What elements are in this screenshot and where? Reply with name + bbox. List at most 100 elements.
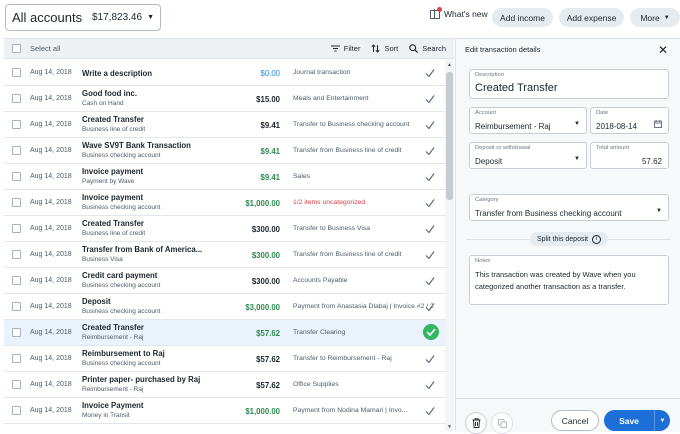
row-checkbox[interactable] bbox=[12, 302, 21, 311]
transaction-row[interactable]: Aug 14, 2018 Invoice payment Business chec… bbox=[4, 190, 445, 216]
transaction-row[interactable]: Aug 14, 2018 Deposit Business checking acc… bbox=[4, 294, 445, 320]
caret-down-icon: ▼ bbox=[574, 121, 580, 127]
type-label: Deposit or withdrawal bbox=[475, 145, 531, 151]
panel-footer: Cancel Save ▼ bbox=[456, 398, 680, 434]
search-button[interactable]: Search bbox=[409, 44, 446, 53]
save-options-icon[interactable]: ▼ bbox=[655, 418, 670, 424]
transaction-row[interactable]: Aug 14, 2018 Wave SV9T Bank Transaction Bu… bbox=[4, 138, 445, 164]
account-selector[interactable]: All accounts $17,823.46 ▼ bbox=[5, 4, 161, 31]
save-label: Save bbox=[619, 415, 639, 426]
sort-label: Sort bbox=[384, 44, 399, 53]
row-checkbox[interactable] bbox=[12, 354, 21, 363]
transaction-category[interactable]: Payment from Anastasia Dlabaj | Invoice … bbox=[293, 303, 443, 310]
transaction-row[interactable]: Aug 14, 2018 Good food inc. Cash on Hand $1… bbox=[4, 86, 445, 112]
reviewed-check-icon[interactable] bbox=[424, 223, 436, 235]
close-icon[interactable]: ✕ bbox=[658, 43, 668, 57]
category-select[interactable]: Category Transfer from Business checking… bbox=[469, 194, 669, 221]
gift-icon bbox=[430, 6, 442, 19]
transaction-row[interactable]: Aug 14, 2018 Reimbursement to Raj Business… bbox=[4, 346, 445, 372]
transaction-account: Business checking account bbox=[82, 308, 161, 315]
scrollbar-thumb[interactable] bbox=[446, 72, 453, 200]
transaction-amount: $9.41 bbox=[260, 173, 280, 182]
account-select[interactable]: Account Reimbursement - Raj ▼ bbox=[469, 107, 587, 134]
transaction-row[interactable]: Aug 14, 2018 Printer paper- purchased by … bbox=[4, 372, 445, 398]
transaction-row[interactable]: Aug 14, 2018 Invoice Payment Money in Tran… bbox=[4, 398, 445, 424]
scroll-down-icon[interactable]: ▼ bbox=[447, 424, 452, 430]
total-amount-field[interactable]: Total amount 57.62 bbox=[590, 142, 669, 169]
reviewed-check-icon[interactable] bbox=[424, 275, 436, 287]
row-checkbox[interactable] bbox=[12, 120, 21, 129]
add-income-button[interactable]: Add income bbox=[492, 8, 553, 27]
total-value: 57.62 bbox=[641, 157, 662, 166]
caret-down-icon: ▼ bbox=[574, 156, 580, 162]
transaction-category[interactable]: 1/2 items uncategorized bbox=[293, 199, 443, 206]
transaction-category[interactable]: Accounts Payable bbox=[293, 277, 443, 284]
filter-button[interactable]: Filter bbox=[330, 44, 360, 53]
select-all-label: Select all bbox=[30, 44, 61, 53]
transaction-category[interactable]: Transfer Clearing bbox=[293, 329, 443, 336]
scroll-up-icon[interactable]: ▲ bbox=[447, 62, 452, 68]
transaction-amount: $300.00 bbox=[251, 277, 280, 286]
transaction-date: Aug 14, 2018 bbox=[30, 121, 72, 128]
transaction-category[interactable]: Transfer from Business line of credit bbox=[293, 251, 443, 258]
row-checkbox[interactable] bbox=[12, 250, 21, 259]
row-checkbox[interactable] bbox=[12, 68, 21, 77]
transaction-row[interactable]: Aug 14, 2018 Invoice payment Payment by Wa… bbox=[4, 164, 445, 190]
row-checkbox[interactable] bbox=[12, 94, 21, 103]
transaction-row[interactable]: Aug 14, 2018 Created Transfer Business lin… bbox=[4, 112, 445, 138]
transaction-category[interactable]: Office Supplies bbox=[293, 381, 443, 388]
reviewed-check-icon[interactable] bbox=[424, 197, 436, 209]
transaction-account: Money in Transit bbox=[82, 412, 130, 419]
transaction-account: Business checking account bbox=[82, 204, 161, 211]
whats-new-button[interactable]: What's new bbox=[430, 6, 488, 19]
deposit-withdrawal-select[interactable]: Deposit or withdrawal Deposit ▼ bbox=[469, 142, 587, 169]
list-scrollbar[interactable]: ▲ ▼ bbox=[445, 60, 454, 431]
more-button[interactable]: More ▼ bbox=[630, 8, 680, 27]
transaction-category[interactable]: Meals and Entertainment bbox=[293, 95, 443, 102]
transaction-row[interactable]: Aug 14, 2018 Transfer from Bank of Americ… bbox=[4, 242, 445, 268]
transaction-amount: $300.00 bbox=[251, 251, 280, 260]
transaction-category[interactable]: Transfer to Business checking account bbox=[293, 121, 443, 128]
row-checkbox[interactable] bbox=[12, 328, 21, 337]
add-expense-button[interactable]: Add expense bbox=[559, 8, 624, 27]
reviewed-check-icon[interactable] bbox=[424, 301, 436, 313]
row-checkbox[interactable] bbox=[12, 406, 21, 415]
description-field[interactable]: Description Created Transfer bbox=[469, 69, 669, 99]
notes-field[interactable]: Notes This transaction was created by Wa… bbox=[469, 255, 669, 305]
row-checkbox[interactable] bbox=[12, 172, 21, 181]
transaction-category[interactable]: Sales bbox=[293, 173, 443, 180]
select-all-checkbox[interactable] bbox=[12, 44, 21, 53]
reviewed-check-icon[interactable] bbox=[423, 324, 439, 340]
sort-button[interactable]: Sort bbox=[371, 44, 398, 53]
row-checkbox[interactable] bbox=[12, 276, 21, 285]
save-button[interactable]: Save ▼ bbox=[604, 410, 670, 431]
date-field[interactable]: Date 2018-08-14 bbox=[590, 107, 669, 134]
transaction-category[interactable]: Payment from Nodina Mamari | Invo... bbox=[293, 407, 443, 414]
reviewed-check-icon[interactable] bbox=[424, 145, 436, 157]
reviewed-check-icon[interactable] bbox=[424, 353, 436, 365]
row-checkbox[interactable] bbox=[12, 198, 21, 207]
account-name: All accounts bbox=[12, 10, 83, 25]
reviewed-check-icon[interactable] bbox=[424, 405, 436, 417]
transaction-category[interactable]: Journal transaction bbox=[293, 69, 443, 76]
cancel-button[interactable]: Cancel bbox=[551, 410, 599, 431]
transaction-row[interactable]: Aug 14, 2018 Write a description $0.00 Jour… bbox=[4, 60, 445, 86]
transaction-row[interactable]: Aug 14, 2018 Credit card payment Business … bbox=[4, 268, 445, 294]
row-checkbox[interactable] bbox=[12, 224, 21, 233]
transaction-category[interactable]: Transfer to Reimbursement - Raj bbox=[293, 355, 443, 362]
row-checkbox[interactable] bbox=[12, 380, 21, 389]
transaction-category[interactable]: Transfer to Business Visa bbox=[293, 225, 443, 232]
row-checkbox[interactable] bbox=[12, 146, 21, 155]
calendar-icon[interactable] bbox=[654, 120, 662, 128]
reviewed-check-icon[interactable] bbox=[424, 93, 436, 105]
reviewed-check-icon[interactable] bbox=[424, 67, 436, 79]
transaction-row[interactable]: Aug 14, 2018 Created Transfer Business lin… bbox=[4, 216, 445, 242]
transaction-category[interactable]: Transfer from Business line of credit bbox=[293, 147, 443, 154]
reviewed-check-icon[interactable] bbox=[424, 249, 436, 261]
reviewed-check-icon[interactable] bbox=[424, 171, 436, 183]
transaction-row[interactable]: Aug 14, 2018 Created Transfer Reimbursemen… bbox=[4, 320, 445, 346]
split-deposit-button[interactable]: Split this deposit i bbox=[530, 232, 608, 246]
reviewed-check-icon[interactable] bbox=[424, 119, 436, 131]
reviewed-check-icon[interactable] bbox=[424, 379, 436, 391]
transaction-amount: $300.00 bbox=[251, 225, 280, 234]
